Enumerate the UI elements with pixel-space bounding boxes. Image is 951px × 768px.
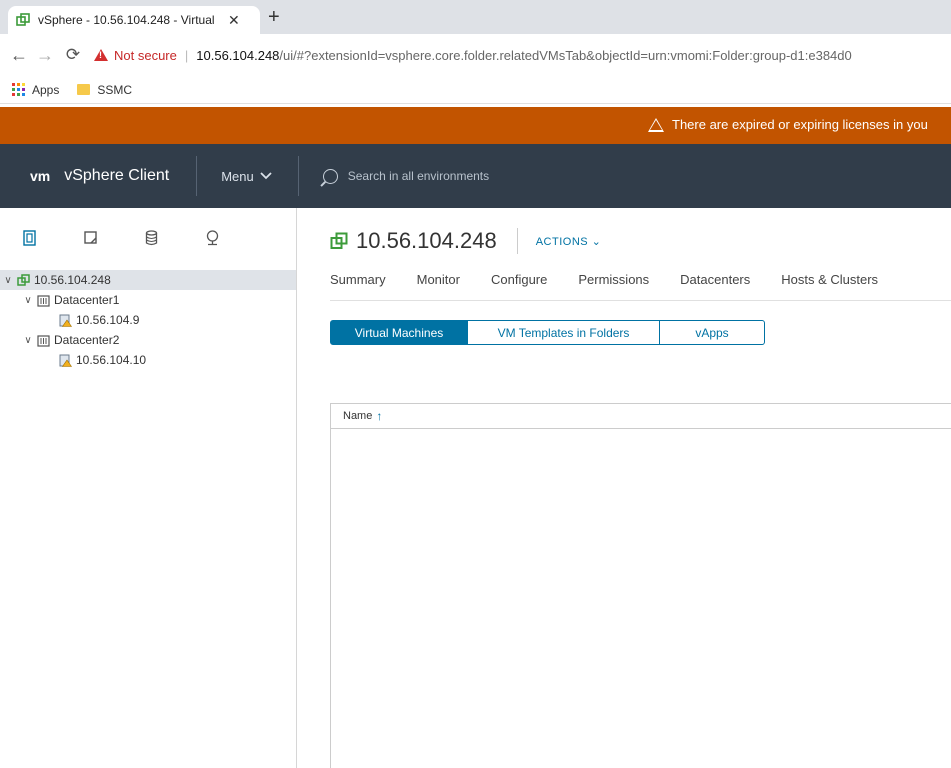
apps-grid-icon [12,83,25,96]
tree-node-label: 10.56.104.248 [34,273,111,287]
tab-summary[interactable]: Summary [330,272,386,287]
tab-configure[interactable]: Configure [491,272,547,287]
tree-node-vcenter[interactable]: ∨ 10.56.104.248 [0,270,296,290]
license-warning-banner: There are expired or expiring licenses i… [0,107,951,144]
address-bar: ← → ⟳ Not secure | 10.56.104.248/ui/#?ex… [0,34,951,76]
vcenter-icon [330,232,348,249]
title-divider [516,228,518,254]
warning-icon [648,117,664,132]
grid-header: Name ↑ [331,404,951,429]
new-tab-button[interactable]: + [268,7,280,27]
actions-label: ACTIONS [535,235,589,248]
tree-node-host[interactable]: 10.56.104.10 [0,350,297,370]
chevron-down-icon[interactable]: ∨ [22,335,34,346]
navigator-pane: ∨ 10.56.104.248 ∨ Datacenter1 10.56.104.… [0,208,297,768]
browser-tab-strip: vSphere - 10.56.104.248 - Virtual ✕ + [0,0,951,34]
chevron-down-icon[interactable]: ∨ [2,275,14,286]
object-tabs: Summary Monitor Configure Permissions Da… [330,272,909,287]
tree-node-host[interactable]: 10.56.104.9 [0,310,297,330]
search-icon[interactable] [322,168,338,184]
browser-tab[interactable]: vSphere - 10.56.104.248 - Virtual ✕ [8,6,260,34]
folder-icon [77,84,91,95]
tree-node-label: 10.56.104.9 [76,313,140,327]
tab-permissions[interactable]: Permissions [578,272,649,287]
bookmark-apps[interactable]: Apps [32,83,59,97]
forward-button[interactable]: → [32,45,58,66]
reload-button[interactable]: ⟳ [60,45,86,65]
header-divider [196,156,198,196]
not-secure-label: Not secure [114,47,177,63]
bookmarks-bar: Apps SSMC [0,76,951,104]
segment-vapps[interactable]: vApps [660,320,765,345]
tree-node-datacenter2[interactable]: ∨ Datacenter2 [0,330,297,350]
vms-and-templates-icon[interactable] [83,230,98,246]
app-title[interactable]: vSphere Client [64,167,169,185]
hosts-and-clusters-icon[interactable] [22,230,37,246]
segment-virtual-machines[interactable]: Virtual Machines [330,320,468,345]
vsphere-header: vm vSphere Client Menu Search in all env… [0,144,951,208]
networking-icon[interactable] [205,230,220,246]
actions-menu-button[interactable]: ACTIONS ⌄ [536,235,602,248]
tab-monitor[interactable]: Monitor [417,272,460,287]
url-omnibox[interactable]: Not secure | 10.56.104.248/ui/#?extensio… [94,48,852,63]
tabs-divider [330,300,951,301]
vm-data-grid: Name ↑ [330,403,951,768]
global-search-input[interactable]: Search in all environments [348,169,489,183]
omnibox-separator: | [184,47,189,63]
sort-ascending-icon[interactable]: ↑ [376,409,382,423]
tree-node-datacenter1[interactable]: ∨ Datacenter1 [0,290,297,310]
url-host: 10.56.104.248 [196,47,280,63]
object-header: 10.56.104.248 ACTIONS ⌄ [330,228,601,254]
license-warning-text: There are expired or expiring licenses i… [672,117,928,132]
chevron-down-icon: ⌄ [591,235,602,248]
menu-button[interactable]: Menu [221,169,272,184]
not-secure-warning-icon [94,49,108,61]
datacenter-icon [37,334,50,347]
datacenter-icon [37,294,50,307]
browser-tab-title: vSphere - 10.56.104.248 - Virtual [38,13,215,27]
chevron-down-icon[interactable]: ∨ [22,295,34,306]
tree-node-label: 10.56.104.10 [76,353,147,367]
close-tab-icon[interactable]: ✕ [228,12,240,29]
header-divider [297,156,299,196]
chevron-down-icon [260,172,272,180]
page-title: 10.56.104.248 [356,228,497,253]
main-content: 10.56.104.248 ACTIONS ⌄ Summary Monitor … [330,208,951,768]
inventory-tree: ∨ 10.56.104.248 ∨ Datacenter1 10.56.104.… [0,270,297,370]
back-button[interactable]: ← [6,45,32,66]
vcenter-icon [17,273,30,286]
tree-node-label: Datacenter1 [54,293,120,307]
vsphere-favicon-icon [16,13,30,26]
navigator-view-tabs [22,230,266,246]
column-header-name[interactable]: Name [343,410,372,422]
vm-view-segmented-control: Virtual Machines VM Templates in Folders… [330,320,765,345]
url-path: /ui/#?extensionId=vsphere.core.folder.re… [279,47,852,63]
bookmark-ssmc[interactable]: SSMC [97,83,132,97]
tab-datacenters[interactable]: Datacenters [680,272,750,287]
tree-node-label: Datacenter2 [54,333,120,347]
tab-hosts-and-clusters[interactable]: Hosts & Clusters [781,272,878,287]
host-warning-icon [59,314,72,327]
segment-vm-templates[interactable]: VM Templates in Folders [468,320,660,345]
vm-logo: vm [30,168,51,184]
menu-label: Menu [221,168,254,184]
host-warning-icon [59,354,72,367]
storage-icon[interactable] [144,230,159,246]
